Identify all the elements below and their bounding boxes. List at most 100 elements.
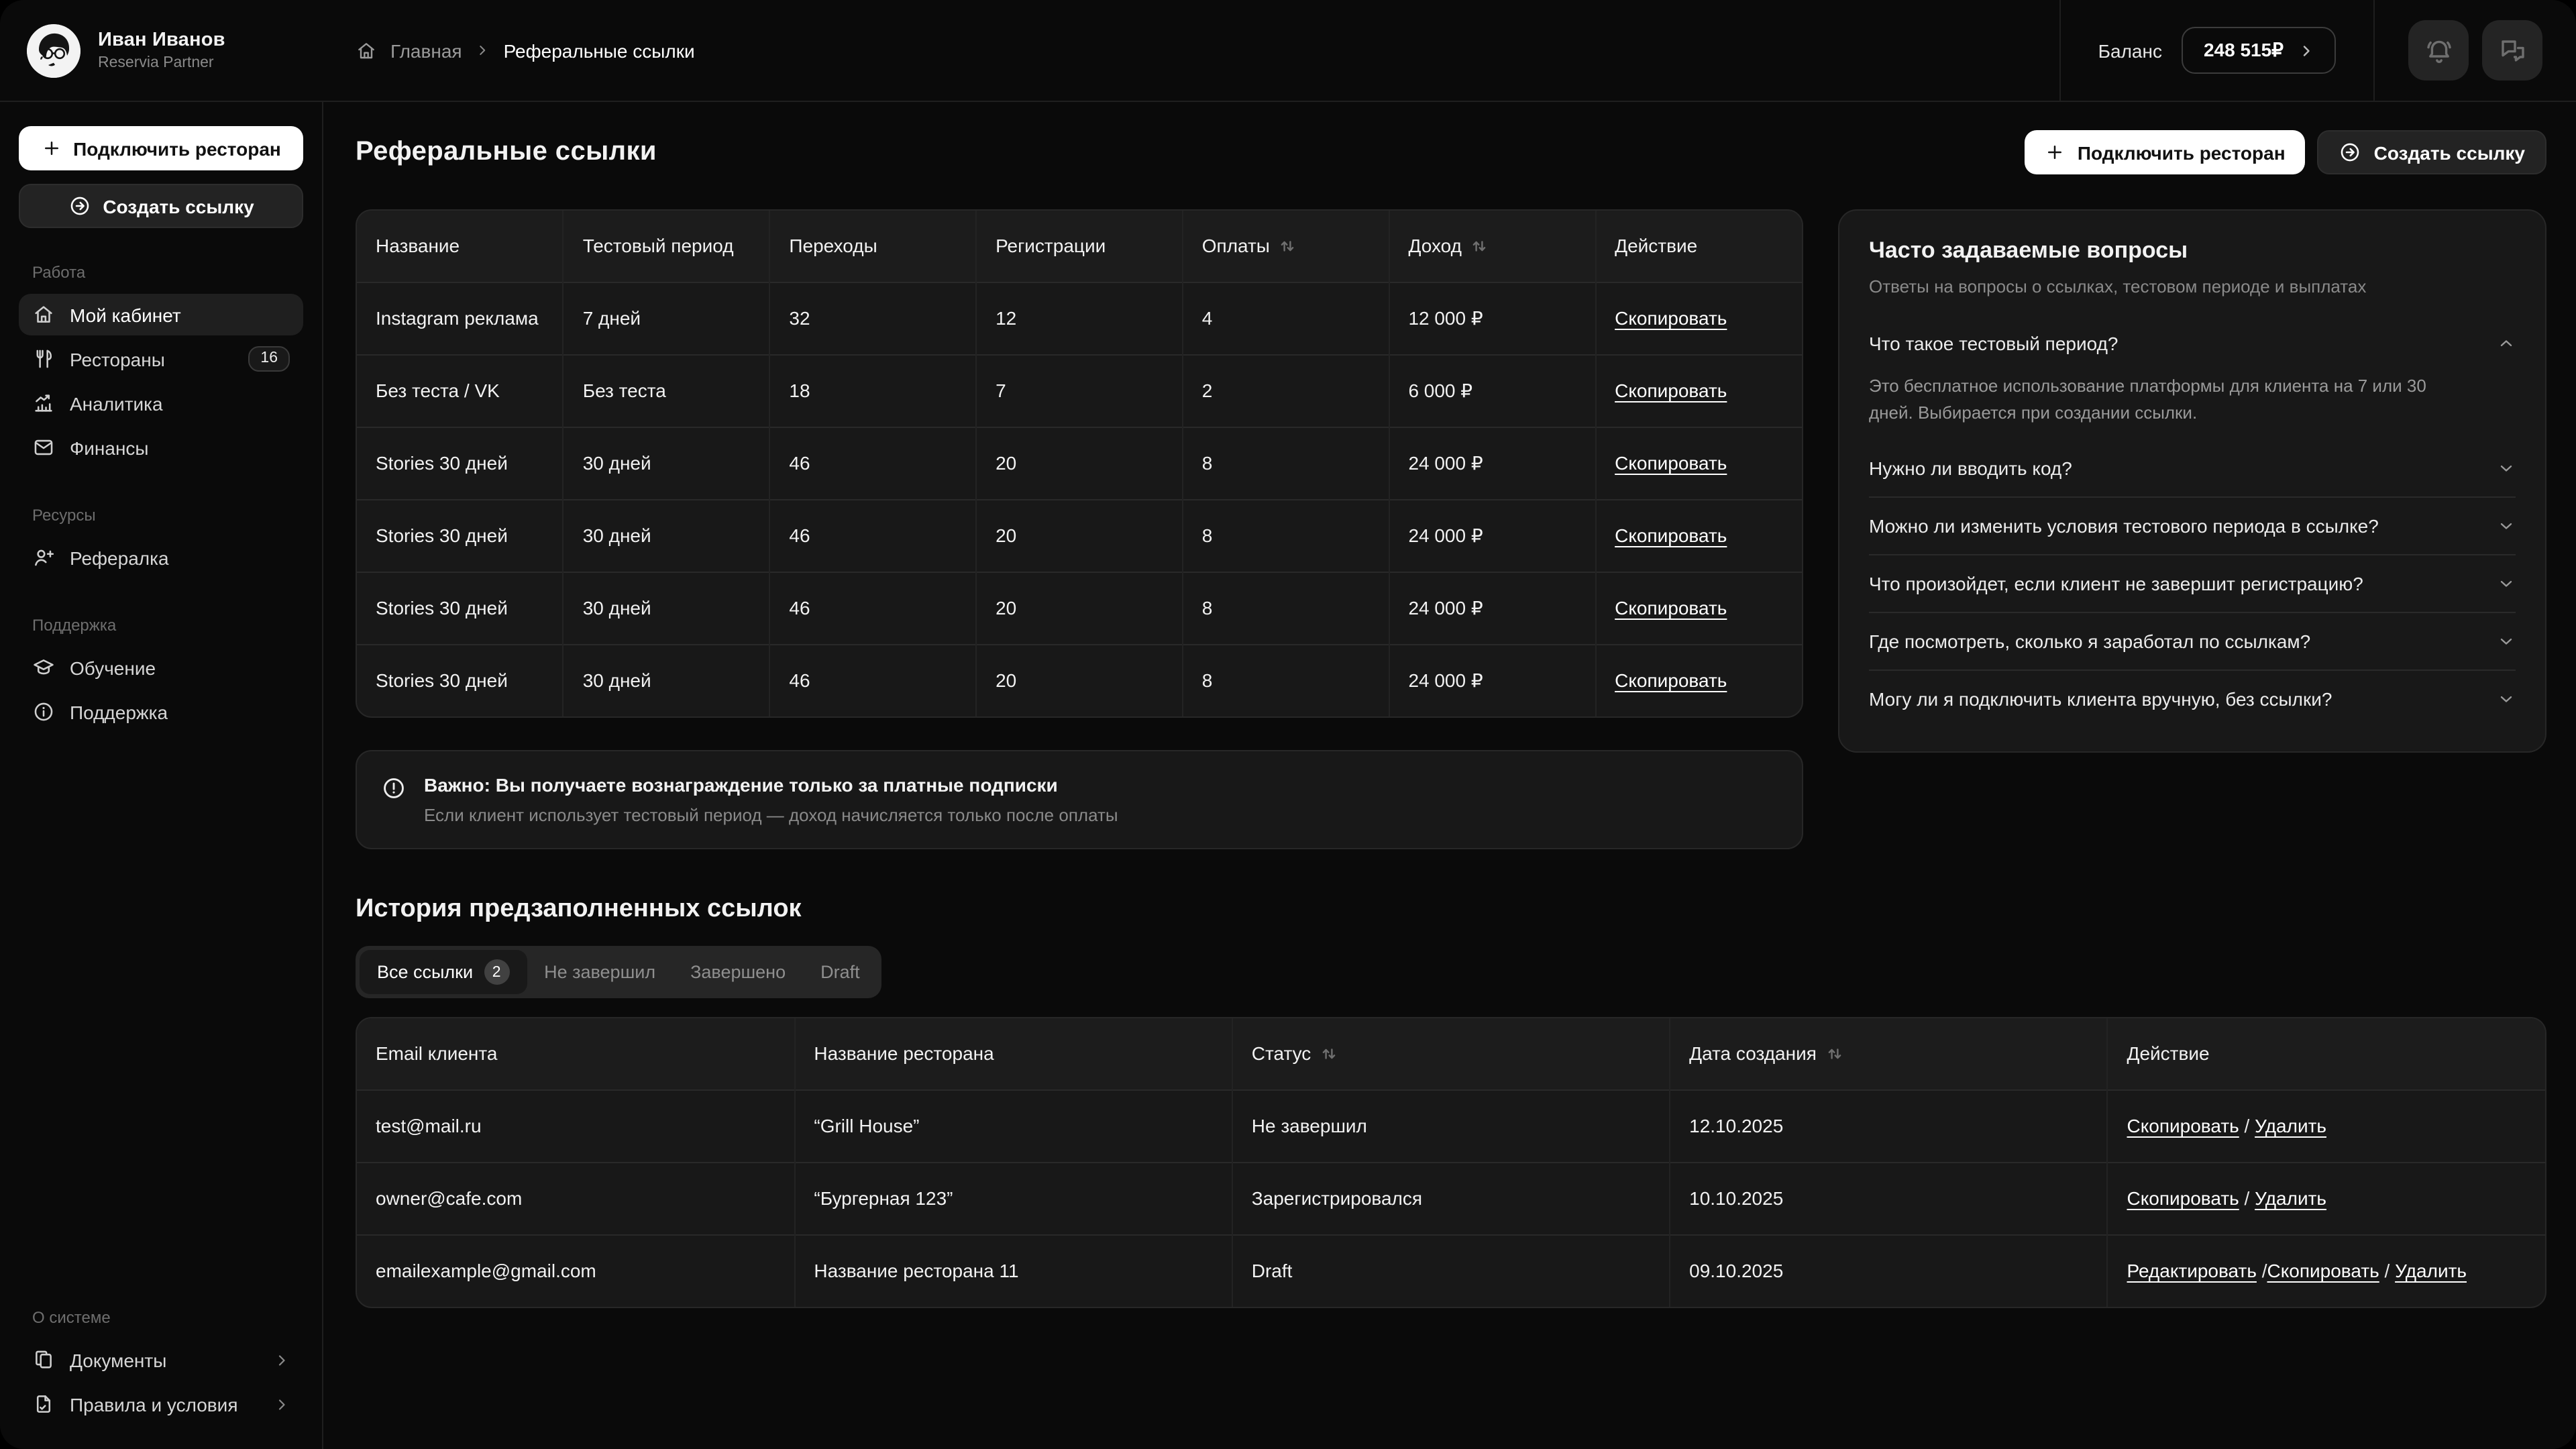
table-row: Stories 30 дней 30 дней 46 20 8 24 000 ₽… xyxy=(357,572,1802,644)
chevron-right-icon xyxy=(274,1396,290,1412)
sort-icon xyxy=(1826,1046,1843,1063)
sidebar-item-education[interactable]: Обучение xyxy=(19,647,303,688)
terms-icon xyxy=(32,1393,55,1415)
chevron-down-icon xyxy=(2497,517,2516,536)
history-filter-tabs: Все ссылки 2 Не завершил Завершено Draft xyxy=(356,946,881,998)
balance-button[interactable]: 248 515₽ xyxy=(2182,27,2336,74)
delete-link[interactable]: Удалить xyxy=(2255,1115,2326,1136)
analytics-icon xyxy=(32,392,55,415)
copy-link[interactable]: Скопировать xyxy=(1615,597,1727,619)
chat-icon xyxy=(2496,34,2528,66)
sidebar: Подключить ресторан Создать ссылку Работ… xyxy=(0,102,323,1449)
topbar-right: Баланс 248 515₽ xyxy=(2059,0,2542,101)
notice-title: Важно: Вы получаете вознаграждение тольк… xyxy=(424,774,1118,796)
user-name: Иван Иванов xyxy=(98,30,225,51)
balance-block: Баланс 248 515₽ xyxy=(2059,0,2375,101)
create-link-button[interactable]: Создать ссылку xyxy=(2318,130,2546,174)
faq-question[interactable]: Что произойдет, если клиент не завершит … xyxy=(1869,556,2516,612)
table-row: Instagram реклама 7 дней 32 12 4 12 000 … xyxy=(357,282,1802,354)
sidebar-item-my-cabinet[interactable]: Мой кабинет xyxy=(19,294,303,335)
delete-link[interactable]: Удалить xyxy=(2255,1187,2326,1209)
sidebar-item-restaurants[interactable]: Рестораны 16 xyxy=(19,338,303,380)
copy-link[interactable]: Скопировать xyxy=(2127,1115,2239,1136)
sidebar-item-support[interactable]: Поддержка xyxy=(19,691,303,733)
col-header-income[interactable]: Доход xyxy=(1389,211,1595,282)
balance-label: Баланс xyxy=(2098,40,2162,61)
user-meta: Иван Иванов Reservia Partner xyxy=(98,30,225,71)
restaurant-icon xyxy=(32,347,55,370)
table-row: emailexample@gmail.com Название ресторан… xyxy=(357,1234,2545,1307)
breadcrumb: Главная Реферальные ссылки xyxy=(356,40,695,61)
sidebar-item-referral[interactable]: Рефералка xyxy=(19,537,303,578)
sidebar-item-analytics[interactable]: Аналитика xyxy=(19,382,303,424)
plus-icon xyxy=(41,138,61,158)
sidebar-item-label: Документы xyxy=(70,1349,166,1371)
arrow-circle-icon xyxy=(2339,141,2362,164)
sidebar-item-finance[interactable]: Финансы xyxy=(19,427,303,468)
sidebar-section-about: О системе xyxy=(32,1308,290,1327)
col-header-restaurant: Название ресторана xyxy=(794,1018,1232,1089)
table-row: Без теста / VK Без теста 18 7 2 6 000 ₽ … xyxy=(357,354,1802,427)
sidebar-item-documents[interactable]: Документы xyxy=(19,1339,303,1381)
avatar xyxy=(27,23,80,77)
chevron-down-icon xyxy=(2497,633,2516,651)
sidebar-connect-restaurant-button[interactable]: Подключить ресторан xyxy=(19,126,303,170)
messages-button[interactable] xyxy=(2482,20,2542,80)
chevron-up-icon xyxy=(2497,334,2516,353)
delete-link[interactable]: Удалить xyxy=(2395,1260,2467,1282)
table-row: Stories 30 дней 30 дней 46 20 8 24 000 ₽… xyxy=(357,427,1802,499)
sidebar-item-label: Рестораны xyxy=(70,348,165,370)
notifications-button[interactable] xyxy=(2408,20,2469,80)
col-header-action: Действие xyxy=(2108,1018,2546,1089)
table-row: test@mail.ru “Grill House” Не завершил 1… xyxy=(357,1089,2545,1162)
page-title: Реферальные ссылки xyxy=(356,137,657,168)
info-icon xyxy=(32,700,55,723)
sidebar-connect-restaurant-label: Подключить ресторан xyxy=(73,138,281,159)
user-block: Иван Иванов Reservia Partner xyxy=(27,23,356,77)
copy-link[interactable]: Скопировать xyxy=(2127,1187,2239,1209)
copy-link[interactable]: Скопировать xyxy=(1615,670,1727,692)
bell-icon xyxy=(2422,34,2455,66)
col-header-email: Email клиента xyxy=(357,1018,794,1089)
sidebar-create-link-button[interactable]: Создать ссылку xyxy=(19,184,303,228)
col-header-action: Действие xyxy=(1595,211,1802,282)
faq-question[interactable]: Что такое тестовый период? xyxy=(1869,315,2516,372)
tab-completed[interactable]: Завершено xyxy=(673,953,803,991)
faq-question[interactable]: Можно ли изменить условия тестового пери… xyxy=(1869,498,2516,555)
copy-link[interactable]: Скопировать xyxy=(2267,1260,2379,1282)
faq-question[interactable]: Где посмотреть, сколько я заработал по с… xyxy=(1869,614,2516,670)
faq-answer: Это бесплатное использование платформы д… xyxy=(1869,372,2516,441)
page-actions: Подключить ресторан Создать ссылку xyxy=(2025,130,2546,174)
faq-panel: Часто задаваемые вопросы Ответы на вопро… xyxy=(1838,209,2546,753)
history-title: История предзаполненных ссылок xyxy=(356,895,2546,924)
chevron-right-icon xyxy=(2298,42,2314,58)
notice-subtitle: Если клиент использует тестовый период —… xyxy=(424,805,1118,825)
sidebar-create-link-label: Создать ссылку xyxy=(103,195,254,217)
alert-circle-icon xyxy=(381,775,407,801)
copy-link[interactable]: Скопировать xyxy=(1615,452,1727,474)
sidebar-item-terms[interactable]: Правила и условия xyxy=(19,1383,303,1425)
copy-link[interactable]: Скопировать xyxy=(1615,380,1727,401)
faq-question[interactable]: Нужно ли вводить код? xyxy=(1869,441,2516,497)
tab-not-finished[interactable]: Не завершил xyxy=(527,953,673,991)
col-header-payments[interactable]: Оплаты xyxy=(1183,211,1389,282)
breadcrumb-home[interactable]: Главная xyxy=(390,40,462,61)
create-link-label: Создать ссылку xyxy=(2374,142,2525,163)
sidebar-item-label: Финансы xyxy=(70,437,149,458)
education-icon xyxy=(32,656,55,679)
connect-restaurant-button[interactable]: Подключить ресторан xyxy=(2025,130,2306,174)
col-header-created[interactable]: Дата создания xyxy=(1670,1018,2107,1089)
copy-link[interactable]: Скопировать xyxy=(1615,307,1727,329)
tab-draft[interactable]: Draft xyxy=(803,953,877,991)
tab-all-links[interactable]: Все ссылки 2 xyxy=(360,950,527,994)
balance-value: 248 515₽ xyxy=(2204,39,2284,62)
col-header-status[interactable]: Статус xyxy=(1232,1018,1670,1089)
edit-link[interactable]: Редактировать xyxy=(2127,1260,2257,1282)
sidebar-section-resources: Ресурсы xyxy=(32,506,290,525)
table-header-row: Email клиента Название ресторана Статус … xyxy=(357,1018,2545,1089)
sidebar-footer: О системе Документы Правила и условия xyxy=(19,1273,303,1428)
sidebar-item-label: Обучение xyxy=(70,657,156,678)
faq-question[interactable]: Могу ли я подключить клиента вручную, бе… xyxy=(1869,672,2516,728)
copy-link[interactable]: Скопировать xyxy=(1615,525,1727,546)
table-row: Stories 30 дней 30 дней 46 20 8 24 000 ₽… xyxy=(357,644,1802,716)
